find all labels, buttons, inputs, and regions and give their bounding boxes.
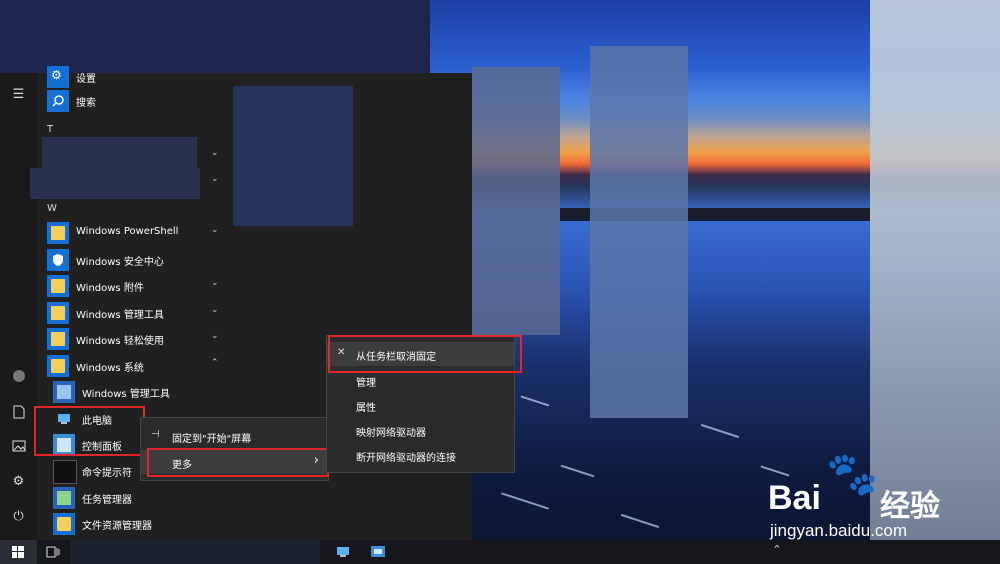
- folder-icon: [47, 302, 69, 324]
- this-pc-icon: [337, 547, 349, 557]
- settings-icon: ⚙: [47, 66, 69, 88]
- app-label: 设置: [76, 74, 96, 85]
- search-item[interactable]: 搜索: [47, 90, 232, 112]
- start-menu-header: [0, 0, 430, 73]
- chevron-down-icon: ⌄: [211, 331, 219, 341]
- menu-item-disconnect-network-drive[interactable]: 断开网络驱动器的连接: [327, 443, 514, 467]
- terminal-icon: [53, 460, 77, 484]
- menu-item-pin-to-start[interactable]: ⊣ 固定到"开始"屏幕: [141, 424, 328, 448]
- app-label: Windows 安全中心: [76, 257, 164, 268]
- folder-icon: [47, 328, 69, 350]
- admin-tools-icon: [53, 381, 75, 403]
- folder-icon: [47, 355, 69, 377]
- watermark-brand-tail: 经验: [880, 489, 940, 524]
- app-label: Windows 系统: [76, 363, 144, 374]
- app-windows-powershell[interactable]: Windows PowerShell ⌄: [47, 222, 232, 244]
- paw-logo-icon: 🐾: [826, 449, 879, 498]
- app-windows-admin-tools[interactable]: Windows 管理工具 ⌄: [47, 302, 232, 324]
- app-file-explorer[interactable]: 文件资源管理器: [53, 513, 238, 535]
- gear-icon[interactable]: ⚙: [0, 467, 37, 497]
- chevron-down-icon: ⌄: [211, 278, 219, 288]
- taskbar-search-area[interactable]: [70, 540, 320, 564]
- chevron-down-icon: ⌄: [211, 305, 219, 315]
- chevron-down-icon[interactable]: ⌄: [211, 148, 219, 158]
- app-label: Windows 轻松使用: [76, 336, 164, 347]
- redacted-item: [30, 168, 200, 199]
- start-button[interactable]: [0, 540, 37, 564]
- chevron-up-icon[interactable]: ⌃: [768, 543, 786, 561]
- app-label: Windows PowerShell: [76, 226, 179, 237]
- search-icon: [47, 90, 69, 112]
- pin-icon: ⊣: [151, 429, 160, 440]
- chevron-down-icon: ⌄: [211, 225, 219, 235]
- highlight-box: [147, 448, 329, 477]
- taskbar-this-pc[interactable]: [332, 543, 354, 561]
- highlight-box: [34, 406, 145, 456]
- pictures-icon[interactable]: [0, 431, 37, 461]
- taskbar: ⌃: [0, 540, 1000, 564]
- task-view-icon: [46, 546, 60, 558]
- menu-item-label: 映射网络驱动器: [356, 428, 426, 439]
- windows-logo-icon: [12, 546, 24, 558]
- shield-icon: [47, 249, 69, 271]
- settings-item[interactable]: ⚙ 设置: [47, 66, 232, 88]
- app-windows-ease-of-access[interactable]: Windows 轻松使用 ⌄: [47, 328, 232, 350]
- app-windows-security[interactable]: Windows 安全中心: [47, 249, 232, 271]
- app-windows-accessories[interactable]: Windows 附件 ⌄: [47, 275, 232, 297]
- folder-icon: [53, 513, 75, 535]
- task-manager-icon: [53, 487, 75, 509]
- chevron-up-icon: ⌃: [211, 358, 219, 368]
- menu-item-properties[interactable]: 属性: [327, 393, 514, 417]
- taskbar-control-panel[interactable]: [367, 543, 389, 561]
- chevron-down-icon[interactable]: ⌄: [211, 174, 219, 184]
- app-label: Windows 管理工具: [76, 310, 164, 321]
- app-label: 文件资源管理器: [82, 521, 152, 532]
- watermark-brand: Bai: [768, 479, 821, 517]
- task-view-button[interactable]: [37, 540, 69, 564]
- folder-icon: [47, 275, 69, 297]
- app-label: Windows 附件: [76, 283, 144, 294]
- start-tile[interactable]: [233, 86, 353, 226]
- app-windows-admin-tools-sub[interactable]: Windows 管理工具: [53, 381, 238, 403]
- section-letter-t[interactable]: T: [47, 124, 53, 135]
- blurred-tile: [590, 46, 688, 418]
- redacted-item: [42, 137, 197, 169]
- menu-item-map-network-drive[interactable]: 映射网络驱动器: [327, 418, 514, 442]
- menu-item-label: 管理: [356, 378, 376, 389]
- watermark-url: jingyan.baidu.com: [770, 521, 908, 540]
- baidu-watermark: 🐾 Bai 经验 jingyan.baidu.com: [768, 449, 998, 545]
- app-task-manager[interactable]: 任务管理器: [53, 487, 238, 509]
- menu-item-label: 属性: [356, 403, 376, 414]
- app-label: Windows 管理工具: [82, 389, 170, 400]
- blurred-tile: [472, 67, 560, 335]
- document-icon[interactable]: [0, 397, 37, 427]
- hamburger-icon[interactable]: ☰: [0, 80, 37, 110]
- control-panel-icon: [371, 546, 385, 557]
- menu-item-label: 固定到"开始"屏幕: [172, 434, 252, 445]
- user-icon[interactable]: [0, 361, 37, 391]
- app-label: 命令提示符: [82, 468, 132, 479]
- power-icon[interactable]: ⏻: [0, 502, 37, 532]
- folder-icon: [47, 222, 69, 244]
- app-label: 任务管理器: [82, 495, 132, 506]
- highlight-box: [328, 335, 522, 373]
- section-letter-w[interactable]: W: [47, 203, 57, 214]
- app-label: 搜索: [76, 98, 96, 109]
- menu-item-label: 断开网络驱动器的连接: [356, 453, 456, 464]
- app-windows-system[interactable]: Windows 系统 ⌃: [47, 355, 232, 377]
